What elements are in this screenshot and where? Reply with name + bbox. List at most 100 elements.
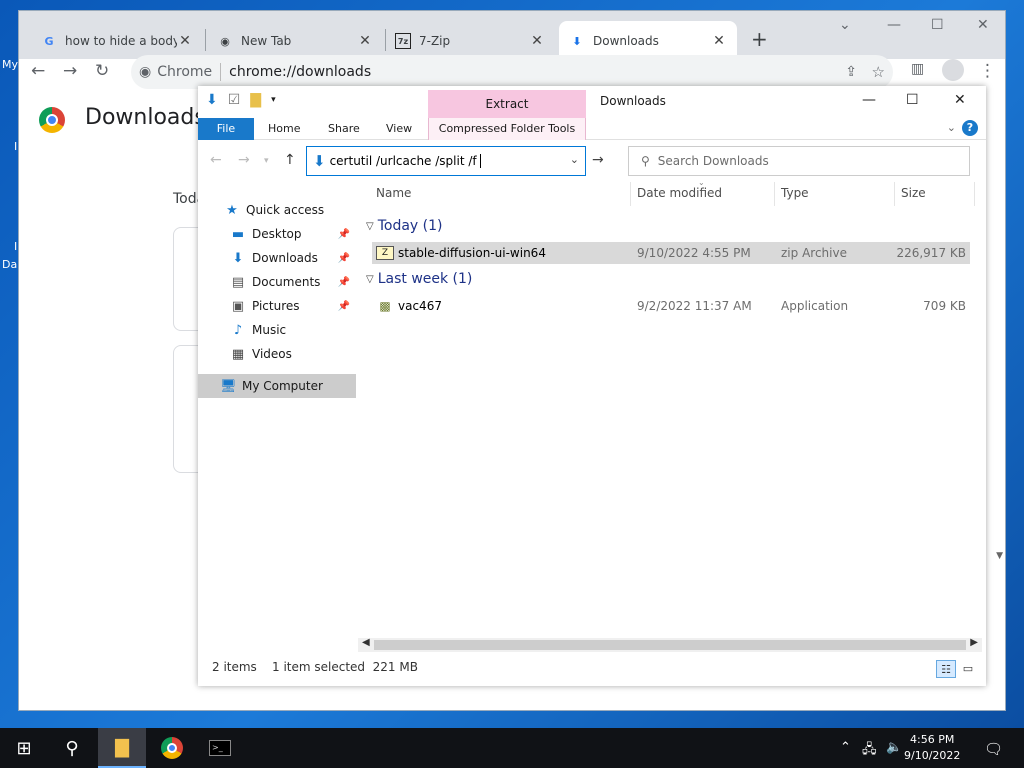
nav-item-my-computer[interactable]: 🖥 My Computer [198, 374, 356, 398]
pin-icon[interactable]: 📌 [338, 301, 350, 312]
chrome-taskbar-icon[interactable] [148, 728, 196, 768]
chevron-down-icon[interactable]: ⌄ [839, 17, 851, 33]
close-tab-icon[interactable]: ✕ [177, 33, 193, 49]
pin-icon[interactable]: 📌 [338, 253, 350, 264]
tab-divider [205, 29, 206, 51]
back-icon[interactable]: ← [210, 152, 222, 168]
nav-item-documents[interactable]: ▤ Documents 📌 [198, 270, 356, 294]
file-explorer-taskbar-icon[interactable]: ▇ [98, 728, 146, 768]
column-divider[interactable] [974, 182, 975, 206]
nav-item-videos[interactable]: ▦ Videos [198, 342, 356, 366]
nav-item-quick-access[interactable]: ★ Quick access [198, 198, 356, 222]
nav-item-music[interactable]: ♪ Music [198, 318, 356, 342]
scroll-left-icon[interactable]: ◀ [362, 637, 370, 648]
column-header-type[interactable]: Type [781, 186, 809, 200]
reload-icon[interactable]: ↻ [95, 61, 109, 81]
address-text[interactable]: certutil /urlcache /split /f [330, 154, 477, 168]
tab-view[interactable]: View [376, 118, 422, 140]
pin-icon[interactable]: 📌 [338, 277, 350, 288]
menu-icon[interactable]: ⋮ [979, 61, 996, 81]
tab-label: how to hide a body fi [65, 34, 177, 48]
desktop-icon-label: My [2, 58, 19, 71]
details-view-icon[interactable]: ☷ [936, 660, 956, 678]
column-divider[interactable] [774, 182, 775, 206]
computer-icon: 🖥 [220, 378, 237, 394]
go-arrow-icon[interactable]: → [592, 152, 604, 168]
terminal-taskbar-icon[interactable]: >_ [196, 728, 244, 768]
pictures-icon: ▣ [231, 298, 245, 314]
start-button[interactable]: ⊞ [0, 728, 48, 768]
close-button[interactable]: ✕ [977, 17, 989, 33]
address-bar[interactable]: ◉ Chrome chrome://downloads ⇪ ☆ [131, 55, 893, 89]
file-size: 709 KB [923, 299, 966, 313]
file-explorer-window: ⬇ ☑ ▇ ▾ Extract Downloads — ☐ ✕ File Hom… [198, 86, 986, 686]
close-tab-icon[interactable]: ✕ [357, 33, 373, 49]
tab-compressed-folder-tools[interactable]: Compressed Folder Tools [428, 118, 586, 140]
desktop-icon-label: Da [2, 258, 18, 271]
pin-icon[interactable]: 📌 [338, 229, 350, 240]
new-folder-icon[interactable]: ▇ [250, 92, 261, 108]
back-icon[interactable]: ← [31, 61, 45, 81]
column-divider[interactable] [630, 182, 631, 206]
expand-ribbon-icon[interactable]: ⌄ [947, 121, 956, 134]
properties-icon[interactable]: ☑ [228, 92, 241, 108]
recent-locations-icon[interactable]: ▾ [264, 156, 269, 166]
scroll-right-icon[interactable]: ▶ [970, 637, 978, 648]
minimize-button[interactable]: — [862, 92, 876, 108]
avatar[interactable] [942, 59, 964, 81]
share-icon[interactable]: ⇪ [845, 64, 857, 80]
tab-file[interactable]: File [198, 118, 254, 140]
scroll-down-icon[interactable]: ▼ [996, 551, 1003, 561]
search-input[interactable]: ⚲ Search Downloads [628, 146, 970, 176]
network-icon[interactable]: 🖧 [862, 740, 877, 762]
column-header-name[interactable]: Name [376, 186, 411, 200]
tab-label: Downloads [593, 34, 659, 48]
system-clock[interactable]: 4:56 PM 9/10/2022 [904, 732, 960, 764]
nav-item-pictures[interactable]: ▣ Pictures 📌 [198, 294, 356, 318]
forward-icon[interactable]: → [238, 152, 250, 168]
new-tab-button[interactable]: + [751, 27, 768, 51]
volume-icon[interactable]: 🔈 [886, 740, 902, 755]
nav-item-downloads[interactable]: ⬇ Downloads 📌 [198, 246, 356, 270]
scrollbar-thumb[interactable] [374, 640, 966, 650]
file-row[interactable]: ▩ vac467 9/2/2022 11:37 AM Application 7… [372, 295, 970, 317]
chevron-up-icon[interactable]: ⌃ [840, 740, 851, 755]
site-info[interactable]: ◉ Chrome [139, 64, 212, 80]
maximize-button[interactable]: ☐ [906, 92, 919, 108]
zip-file-icon: Z [376, 246, 394, 260]
extract-tab[interactable]: Extract [428, 90, 586, 118]
large-icons-view-icon[interactable]: ▭ [958, 660, 978, 678]
column-header-date[interactable]: Date modified [637, 186, 722, 200]
up-icon[interactable]: ↑ [284, 152, 296, 168]
horizontal-scrollbar[interactable]: ◀ ▶ [358, 637, 982, 652]
help-icon[interactable]: ? [962, 120, 978, 136]
star-icon[interactable]: ☆ [872, 63, 885, 81]
group-header-today[interactable]: ▽ Today (1) [366, 218, 442, 234]
nav-item-desktop[interactable]: ▬ Desktop 📌 [198, 222, 356, 246]
close-tab-icon[interactable]: ✕ [711, 33, 727, 49]
group-header-last-week[interactable]: ▽ Last week (1) [366, 271, 472, 287]
collapse-icon[interactable]: ▽ [366, 274, 374, 285]
minimize-button[interactable]: — [887, 17, 901, 33]
chevron-down-icon[interactable]: ⌄ [570, 153, 579, 166]
column-header-size[interactable]: Size [901, 186, 926, 200]
notifications-icon[interactable]: 🗨 [984, 740, 1003, 758]
item-count: 2 items [212, 660, 257, 674]
tab-home[interactable]: Home [258, 118, 310, 140]
close-button[interactable]: ✕ [954, 92, 966, 108]
url-text[interactable]: chrome://downloads [229, 64, 371, 80]
maximize-button[interactable]: ☐ [931, 17, 944, 33]
qat-dropdown-icon[interactable]: ▾ [271, 95, 276, 105]
tab-strip: G how to hide a body fi ✕ ◉ New Tab ✕ 7z… [19, 11, 1005, 61]
file-row[interactable]: Z stable-diffusion-ui-win64 9/10/2022 4:… [372, 242, 970, 264]
file-type: zip Archive [781, 246, 847, 260]
tab-share[interactable]: Share [318, 118, 370, 140]
search-icon[interactable]: ⚲ [48, 728, 96, 768]
address-input[interactable]: ⬇ certutil /urlcache /split /f ⌄ [306, 146, 586, 176]
column-divider[interactable] [894, 182, 895, 206]
forward-icon[interactable]: → [63, 61, 77, 81]
side-panel-icon[interactable]: ▥ [911, 61, 924, 77]
close-tab-icon[interactable]: ✕ [529, 33, 545, 49]
collapse-icon[interactable]: ▽ [366, 221, 374, 232]
download-icon[interactable]: ⬇ [206, 92, 218, 108]
